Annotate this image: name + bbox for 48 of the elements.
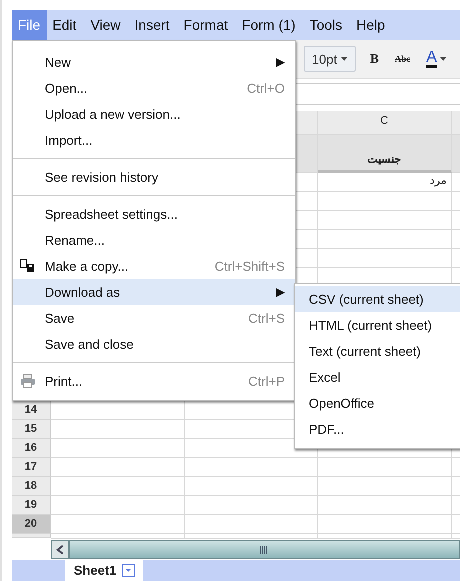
row-header	[12, 534, 51, 538]
menu-item[interactable]: Print... Ctrl+P	[13, 368, 295, 394]
dropdown-icon[interactable]	[122, 564, 135, 577]
font-size-dropdown[interactable]: 10pt	[304, 46, 356, 72]
menu-item[interactable]: Download as ▶	[13, 279, 295, 305]
menu-title[interactable]: Help	[350, 10, 392, 40]
menu-item[interactable]: HTML (current sheet)	[295, 312, 460, 338]
row-number[interactable]: 17	[12, 458, 51, 477]
menu-title[interactable]: Form (1)	[236, 10, 302, 40]
column-header[interactable]: C	[318, 111, 452, 135]
copy-icon	[20, 259, 36, 273]
menu-item[interactable]: Save and close	[13, 331, 295, 357]
grip-icon	[260, 546, 269, 554]
sheet-tab[interactable]: Sheet1	[65, 560, 143, 581]
menu-item[interactable]: See revision history	[13, 164, 295, 190]
menu-item[interactable]: OpenOffice	[295, 390, 460, 416]
menu-item[interactable]: New ▶	[13, 49, 295, 75]
row-number[interactable]: 18	[12, 477, 51, 496]
row-number[interactable]: 15	[12, 420, 51, 439]
menu-item[interactable]: Make a copy... Ctrl+Shift+S	[13, 253, 295, 279]
table-cell: جنسیت	[318, 135, 452, 173]
menu-item[interactable]: Spreadsheet settings...	[13, 201, 295, 227]
menu-title[interactable]: Format	[178, 10, 234, 40]
menu-item[interactable]: PDF...	[295, 416, 460, 442]
menu-title[interactable]: Tools	[304, 10, 348, 40]
table-cell: مرد	[318, 173, 452, 192]
menu-item[interactable]: Excel	[295, 364, 460, 390]
caret-icon	[341, 57, 348, 61]
caret-icon	[440, 57, 448, 61]
row-number[interactable]: 19	[12, 496, 51, 515]
text-color-button[interactable]: A	[424, 50, 450, 68]
menu-item[interactable]: Upload a new version...	[13, 101, 295, 127]
menu-item[interactable]: CSV (current sheet)	[295, 286, 460, 312]
menu-title[interactable]: Insert	[128, 10, 176, 40]
menu-item[interactable]: Rename...	[13, 227, 295, 253]
menu-item[interactable]: Open... Ctrl+O	[13, 75, 295, 101]
row-number[interactable]: 16	[12, 439, 51, 458]
menu-item[interactable]: Save Ctrl+S	[13, 305, 295, 331]
row-number[interactable]: 14	[12, 401, 51, 420]
row-number[interactable]: 20	[12, 515, 51, 534]
menu-title[interactable]: View	[84, 10, 127, 40]
printer-icon	[20, 374, 36, 389]
strikethrough-button[interactable]: Abc	[392, 54, 412, 64]
menu-item[interactable]: Import...	[13, 127, 295, 153]
horizontal-scrollbar[interactable]	[51, 540, 460, 559]
bold-button[interactable]: B	[368, 51, 381, 67]
menu-item[interactable]: Text (current sheet)	[295, 338, 460, 364]
menu-title[interactable]: Edit	[46, 10, 83, 40]
